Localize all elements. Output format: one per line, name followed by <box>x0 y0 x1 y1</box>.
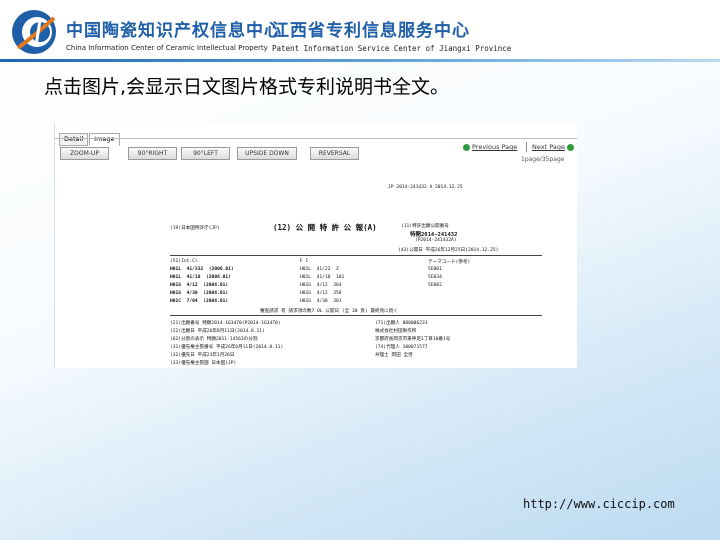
next-arrow-icon <box>566 143 574 151</box>
biblio-left-line: (62)分割の表示 特願2011-14563の分割 <box>170 337 258 342</box>
reversal-button[interactable]: REVERSAL <box>310 147 359 160</box>
biblio-left-line: (21)出願番号 特願2014-163470(P2014-163470) <box>170 321 281 326</box>
theme-code: 5E034 <box>428 275 442 280</box>
previous-page-link[interactable]: Previous Page <box>463 143 517 151</box>
next-page-label: Next Page <box>532 143 565 151</box>
next-page-link[interactable]: Next Page <box>532 143 576 151</box>
rotate-left-button[interactable]: 90°LEFT <box>181 147 230 160</box>
class-row: H01G 4/12 (2006.01) <box>170 283 229 288</box>
footer-url: http://www.ciccip.com <box>523 497 675 511</box>
theme-code: 5E082 <box>428 283 442 288</box>
class-row: H01L 41/332 (2006.01) <box>170 267 234 272</box>
viewer-tabs: Detail Image <box>59 126 121 146</box>
biblio-right-line: 京都府長岡京市東神足1丁目10番1号 <box>375 337 451 342</box>
tab-image[interactable]: Image <box>89 133 120 146</box>
biblio-left-line: (31)優先権主張番号 平成26年8月11日(2014.8.11) <box>170 345 284 350</box>
ceramic-center-logo <box>12 10 56 54</box>
doc-top-id: JP 2014-241432 A 2014.12.25 <box>388 185 463 190</box>
biblio-left-line: (33)優先権主張国 日本国(JP) <box>170 361 237 366</box>
doc-exam-line: 審査請求 有 請求項の数7 OL 公開日 (全 30 頁) 最終頁に続く <box>260 309 398 314</box>
tab-divider <box>55 138 577 139</box>
pager-separator <box>526 142 527 152</box>
fi-row: H01G 4/30 301 <box>300 299 342 304</box>
doc-rule-1 <box>170 255 542 256</box>
tab-detail[interactable]: Detail <box>59 133 89 146</box>
doc-office: (19)日本国特許庁(JP) <box>170 226 220 231</box>
slide-caption: 点击图片,会显示日文图片格式专利说明书全文。 <box>44 76 450 98</box>
doc-pub-no: 特開2014-241432 <box>410 232 458 238</box>
biblio-right-line: (71)出願人 000006231 <box>375 321 428 326</box>
doc-publication-type: (12) 公 開 特 許 公 報(A) <box>273 223 377 232</box>
patent-document-image[interactable]: JP 2014-241432 A 2014.12.25 (19)日本国特許庁(J… <box>170 183 542 368</box>
doc-theme-label: テーマコード(参考) <box>428 260 471 265</box>
rotate-right-button[interactable]: 90°RIGHT <box>128 147 177 160</box>
doc-pub-no-label: (11)特許出願公開番号 <box>401 224 449 229</box>
doc-rule-2 <box>170 315 542 316</box>
fi-row: H01L 41/18 101 <box>300 275 345 280</box>
biblio-left-line: (32)優先日 平成23年1月26日 <box>170 353 235 358</box>
doc-pub-date: (43)公開日 平成26年12月25日(2014.12.25) <box>398 248 499 253</box>
zoom-up-button[interactable]: ZOOM-UP <box>60 147 109 160</box>
fi-row: H01G 4/12 364 <box>300 283 342 288</box>
page-count: 1page/35page <box>521 156 565 163</box>
doc-pub-no-sub: (P2014-241432A) <box>415 238 457 243</box>
doc-ipc-label: (51)Int.Cl. <box>170 259 201 264</box>
patent-viewer-screenshot: Detail Image ZOOM-UP 90°RIGHT 90°LEFT UPS… <box>54 123 577 368</box>
doc-fi-label: F I <box>300 259 309 264</box>
fi-row: H01L 41/22 Z <box>300 267 339 272</box>
biblio-left-line: (22)出願日 平成26年8月11日(2014.8.11) <box>170 329 265 334</box>
header-banner: 中国陶瓷知识产权信息中心 China Information Center of… <box>0 0 720 62</box>
fi-row: H01G 4/12 358 <box>300 291 342 296</box>
org-name-en-2: Patent Information Service Center of Jia… <box>272 44 512 53</box>
org-name-cn-2: 江西省专利信息服务中心 <box>272 21 470 41</box>
header-divider <box>0 59 720 62</box>
class-row: H01C 7/04 (2006.01) <box>170 299 229 304</box>
class-row: H01G 4/30 (2006.01) <box>170 291 229 296</box>
biblio-right-line: 株式会社村田製作所 <box>375 329 417 334</box>
org-name-cn-1: 中国陶瓷知识产权信息中心 <box>66 21 282 41</box>
previous-arrow-icon <box>463 143 470 151</box>
biblio-right-line: (74)代理人 100071577 <box>375 345 428 350</box>
previous-page-label: Previous Page <box>472 143 518 151</box>
theme-code: 5E001 <box>428 267 442 272</box>
org-name-en-1: China Information Center of Ceramic Inte… <box>66 44 268 52</box>
class-row: H01L 41/18 (2006.01) <box>170 275 231 280</box>
biblio-right-line: 弁理士 岡田 全啓 <box>375 353 413 358</box>
upside-down-button[interactable]: UPSIDE DOWN <box>237 147 297 160</box>
